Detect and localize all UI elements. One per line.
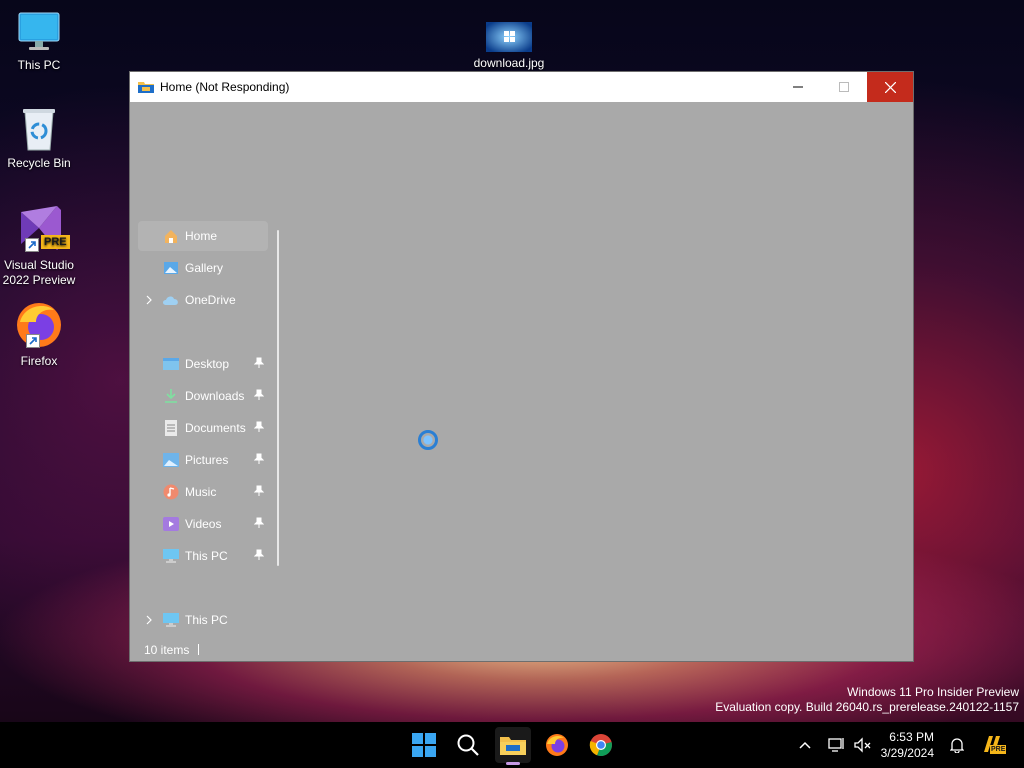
- nav-item-label: Downloads: [185, 389, 245, 403]
- windows-watermark: Windows 11 Pro Insider Preview Evaluatio…: [715, 685, 1019, 715]
- desktop-icon-recycle-bin[interactable]: Recycle Bin: [0, 106, 78, 171]
- nav-item-label: Desktop: [185, 357, 230, 371]
- firefox-icon: [14, 300, 64, 350]
- nav-item-label: This PC: [185, 613, 228, 627]
- cloud-icon: [162, 291, 180, 309]
- shortcut-arrow-icon: [26, 334, 40, 348]
- nav-item-music[interactable]: Music: [138, 477, 268, 507]
- pin-icon: [253, 453, 265, 468]
- clock-time: 6:53 PM: [889, 730, 934, 744]
- gallery-icon: [162, 259, 180, 277]
- title-bar[interactable]: Home (Not Responding): [130, 72, 913, 102]
- visual-studio-icon: PRE: [13, 202, 70, 254]
- nav-item-label: This PC: [185, 549, 228, 563]
- firefox-icon[interactable]: [539, 727, 575, 763]
- nav-item-label: Home: [185, 229, 218, 243]
- network-icon[interactable]: [826, 722, 848, 768]
- shortcut-arrow-icon: [25, 238, 39, 252]
- navigation-pane: Home Gallery OneDrive Desktop Downloads …: [130, 217, 278, 637]
- notification-bell-icon[interactable]: [946, 722, 968, 768]
- close-button[interactable]: [867, 72, 913, 102]
- image-file-icon: [486, 22, 532, 52]
- chevron-right-icon[interactable]: [145, 294, 153, 308]
- watermark-build: Evaluation copy. Build 26040.rs_prerelea…: [715, 700, 1019, 714]
- start-icon[interactable]: [406, 727, 442, 763]
- desktop-icon-label: download.jpg: [473, 56, 545, 70]
- computer-icon: [162, 611, 180, 629]
- pin-icon: [253, 485, 265, 500]
- desktop-icon-label: This PC: [17, 58, 61, 72]
- download-icon: [162, 387, 180, 405]
- maximize-button[interactable]: [821, 72, 867, 102]
- nav-item-desktop[interactable]: Desktop: [138, 349, 268, 379]
- pre-badge: PRE: [41, 235, 70, 249]
- show-hidden-icons-button[interactable]: [795, 722, 815, 768]
- active-app-indicator: [506, 762, 520, 765]
- minimize-button[interactable]: [775, 72, 821, 102]
- chevron-right-icon[interactable]: [145, 614, 153, 628]
- window-title: Home (Not Responding): [160, 80, 290, 94]
- desktop-icon-label: Visual Studio 2022 Preview: [2, 258, 76, 287]
- desktop-icon-label: Recycle Bin: [7, 156, 71, 170]
- desktop-icon-visual-studio[interactable]: PRE Visual Studio 2022 Preview: [0, 202, 78, 288]
- nav-item-label: Documents: [185, 421, 246, 435]
- pin-icon: [253, 357, 265, 372]
- pin-icon: [253, 517, 265, 532]
- picture-icon: [162, 451, 180, 469]
- computer-icon: [162, 547, 180, 565]
- nav-item-documents[interactable]: Documents: [138, 413, 268, 443]
- nav-item-onedrive[interactable]: OneDrive: [138, 285, 268, 315]
- pin-icon: [253, 389, 265, 404]
- desktop-icon-this-pc[interactable]: This PC: [0, 10, 78, 73]
- desktop-icon-firefox[interactable]: Firefox: [0, 300, 78, 369]
- nav-item-label: Videos: [185, 517, 222, 531]
- nav-item-this-pc-pinned[interactable]: This PC: [138, 541, 268, 571]
- chrome-icon[interactable]: [583, 727, 619, 763]
- monitor-icon: [17, 10, 61, 54]
- nav-item-label: Gallery: [185, 261, 224, 275]
- folder-icon: [138, 80, 154, 94]
- nav-item-label: OneDrive: [185, 293, 236, 307]
- search-icon[interactable]: [450, 727, 486, 763]
- music-icon: [162, 483, 180, 501]
- file-explorer-icon[interactable]: [495, 727, 531, 763]
- nav-item-downloads[interactable]: Downloads: [138, 381, 268, 411]
- taskbar: 6:53 PM 3/29/2024 PRE: [0, 722, 1024, 768]
- desktop-icon-download-jpg[interactable]: download.jpg: [466, 22, 552, 71]
- pin-icon: [253, 421, 265, 436]
- watermark-edition: Windows 11 Pro Insider Preview: [847, 685, 1019, 699]
- nav-item-pictures[interactable]: Pictures: [138, 445, 268, 475]
- clock-date: 3/29/2024: [880, 746, 934, 760]
- volume-muted-icon[interactable]: [852, 722, 874, 768]
- pin-icon: [253, 549, 265, 564]
- nav-item-gallery[interactable]: Gallery: [138, 253, 268, 283]
- nav-item-label: Music: [185, 485, 217, 499]
- home-icon: [162, 227, 180, 245]
- nav-item-label: Pictures: [185, 453, 229, 467]
- status-item-count: 10 items: [144, 643, 190, 657]
- file-explorer-window[interactable]: Home (Not Responding) Home Gallery OneDr…: [129, 71, 914, 662]
- document-icon: [162, 419, 180, 437]
- desktop-icon-label: Firefox: [20, 354, 58, 368]
- nav-scrollbar[interactable]: [277, 230, 279, 566]
- loading-spinner-icon: [418, 430, 438, 450]
- nav-item-this-pc[interactable]: This PC: [138, 605, 268, 635]
- status-divider: [198, 644, 199, 655]
- pre-badge: PRE: [990, 745, 1007, 754]
- nav-item-home[interactable]: Home: [138, 221, 268, 251]
- nav-item-videos[interactable]: Videos: [138, 509, 268, 539]
- recycle-bin-icon: [19, 106, 59, 152]
- video-icon: [162, 515, 180, 533]
- insider-preview-icon[interactable]: PRE: [978, 722, 1008, 768]
- system-clock[interactable]: 6:53 PM 3/29/2024: [874, 729, 934, 761]
- desktop-folder-icon: [162, 355, 180, 373]
